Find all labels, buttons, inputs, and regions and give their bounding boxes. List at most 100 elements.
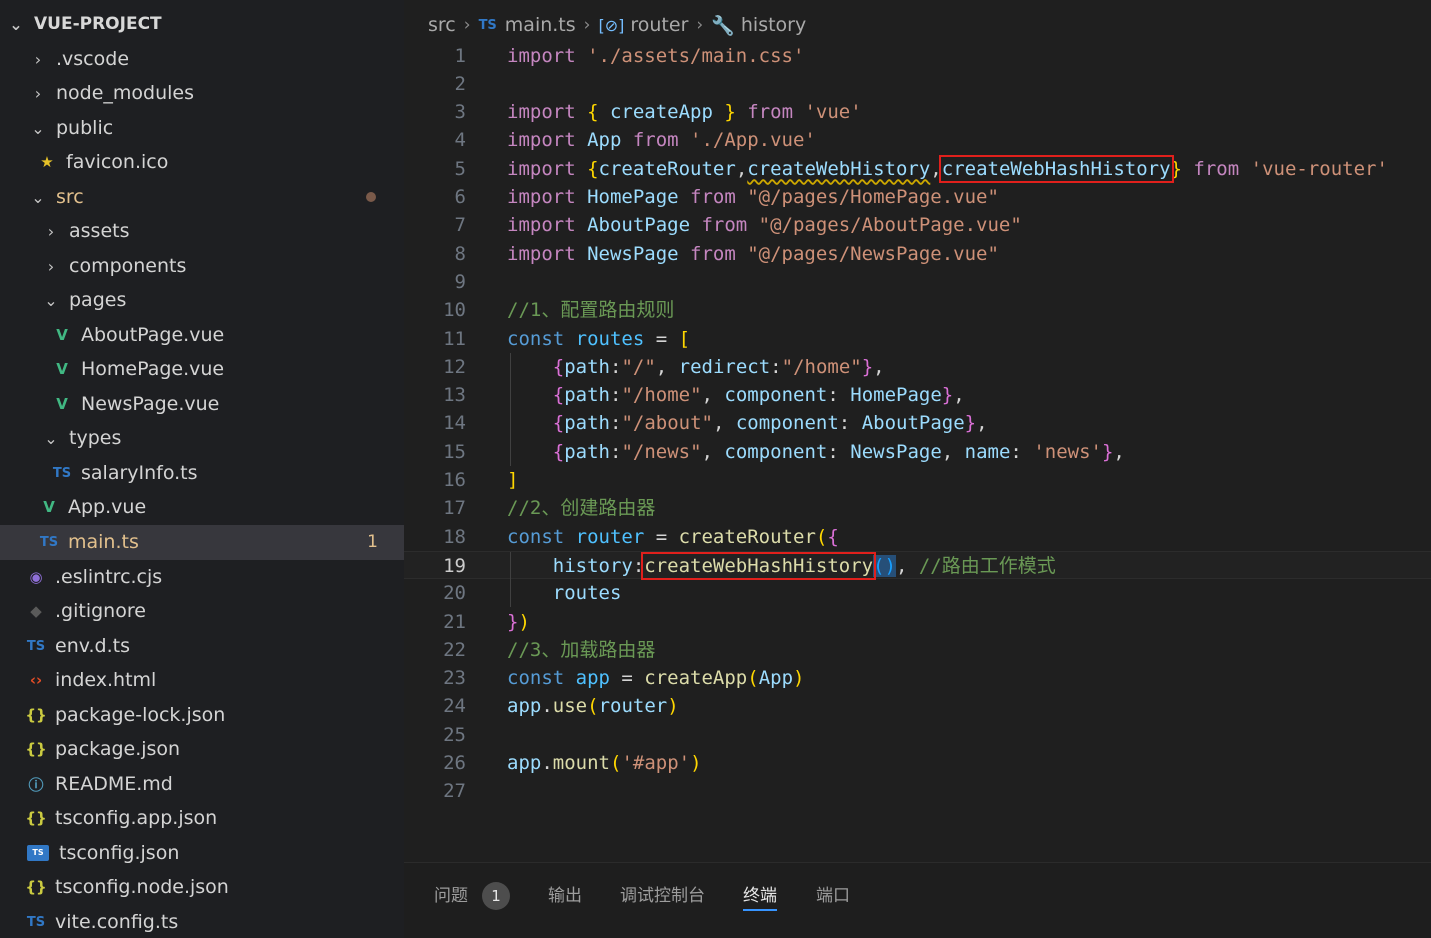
code-line[interactable]: 12 {path:"/", redirect:"/home"},: [404, 352, 1431, 382]
code-line[interactable]: 6 import HomePage from "@/pages/HomePage.…: [404, 183, 1431, 211]
breadcrumb-file[interactable]: main.ts: [505, 14, 576, 36]
code-text[interactable]: app.use(router): [507, 692, 679, 720]
tab-output[interactable]: 输出: [548, 881, 582, 911]
code-token: createWebHistory: [747, 157, 931, 180]
code-line[interactable]: 16]: [404, 466, 1431, 494]
code-text[interactable]: import './assets/main.css': [507, 42, 804, 70]
code-line[interactable]: 20 routes: [404, 579, 1431, 608]
tree-item-favicon[interactable]: ★ favicon.ico: [0, 145, 404, 180]
tree-item-eslintrc[interactable]: ◉ .eslintrc.cjs: [0, 560, 404, 595]
tree-item-gitignore[interactable]: ◆ .gitignore: [0, 594, 404, 629]
tab-ports[interactable]: 端口: [816, 881, 850, 911]
code-line[interactable]: 14 {path:"/about", component: AboutPage}…: [404, 409, 1431, 438]
code-line[interactable]: 8 import NewsPage from "@/pages/NewsPage.…: [404, 240, 1431, 268]
code-token: from: [690, 186, 748, 208]
tree-item-aboutpage[interactable]: V AboutPage.vue: [0, 318, 404, 353]
tree-item-node-modules[interactable]: › node_modules: [0, 76, 404, 111]
tree-item-app-vue[interactable]: V App.vue: [0, 490, 404, 525]
json-icon: {}: [25, 878, 47, 897]
tree-item-components[interactable]: › components: [0, 249, 404, 284]
code-line[interactable]: 18 const router = createRouter({: [404, 523, 1431, 551]
code-text[interactable]: //1、配置路由规则: [507, 296, 674, 324]
code-line[interactable]: 22 //3、加载路由器: [404, 636, 1431, 664]
code-line[interactable]: 3 import { createApp } from 'vue': [404, 98, 1431, 126]
tree-item-homepage[interactable]: V HomePage.vue: [0, 352, 404, 387]
code-line[interactable]: 5 import {createRouter,createWebHistory,c…: [404, 154, 1431, 183]
tree-item-tsconfig-app[interactable]: {} tsconfig.app.json: [0, 801, 404, 836]
code-token: :: [609, 355, 622, 378]
code-text[interactable]: {path:"/home", component: HomePage},: [507, 381, 965, 409]
code-text[interactable]: import NewsPage from "@/pages/NewsPage.v…: [507, 240, 999, 268]
explorer-root[interactable]: ⌄ VUE-PROJECT: [0, 7, 404, 42]
code-text[interactable]: import HomePage from "@/pages/HomePage.v…: [507, 183, 999, 211]
breadcrumb-folder[interactable]: src: [428, 14, 456, 36]
code-line[interactable]: 26 app.mount('#app'): [404, 749, 1431, 777]
code-line[interactable]: 24 app.use(router): [404, 692, 1431, 720]
breadcrumb-symbol[interactable]: router: [630, 14, 688, 36]
tree-item-assets[interactable]: › assets: [0, 214, 404, 249]
code-text[interactable]: import { createApp } from 'vue': [507, 98, 862, 126]
tree-item-tsconfig-node[interactable]: {} tsconfig.node.json: [0, 870, 404, 905]
line-number: 4: [454, 129, 466, 152]
tree-item-newspage[interactable]: V NewsPage.vue: [0, 387, 404, 422]
code-line[interactable]: 11 const routes = [: [404, 325, 1431, 353]
code-text[interactable]: }): [507, 608, 530, 636]
code-line[interactable]: 9: [404, 268, 1431, 296]
code-text[interactable]: //3、加载路由器: [507, 636, 655, 664]
tab-label: 输出: [548, 886, 582, 906]
code-token: :: [609, 384, 622, 407]
code-line[interactable]: 21}): [404, 608, 1431, 636]
code-line[interactable]: 17 //2、创建路由器: [404, 494, 1431, 522]
code-line[interactable]: 15 {path:"/news", component: NewsPage, n…: [404, 437, 1431, 466]
tree-item-package-lock[interactable]: {} package-lock.json: [0, 698, 404, 733]
code-text[interactable]: ]: [507, 466, 518, 494]
json-icon: {}: [25, 706, 47, 725]
code-line[interactable]: 7 import AboutPage from "@/pages/AboutPag…: [404, 211, 1431, 239]
code-text[interactable]: import App from './App.vue': [507, 126, 816, 154]
code-line[interactable]: 4 import App from './App.vue': [404, 126, 1431, 154]
tree-item-package-json[interactable]: {} package.json: [0, 732, 404, 767]
breadcrumb-property[interactable]: history: [741, 14, 806, 36]
code-text[interactable]: {path:"/news", component: NewsPage, name…: [507, 438, 1125, 466]
code-line[interactable]: 19 history:createWebHashHistory(), //路由工…: [404, 550, 1431, 581]
code-token: ,: [953, 384, 965, 407]
code-text[interactable]: {path:"/about", component: AboutPage},: [507, 409, 988, 437]
code-text[interactable]: routes: [507, 579, 622, 607]
code-line[interactable]: 1 import './assets/main.css': [404, 42, 1431, 70]
tab-problems[interactable]: 问题 1: [434, 881, 510, 911]
tree-item-readme[interactable]: ⓘ README.md: [0, 767, 404, 802]
code-line[interactable]: 25: [404, 721, 1431, 749]
tree-item-public[interactable]: ⌄ public: [0, 111, 404, 146]
code-text[interactable]: {path:"/", redirect:"/home"},: [507, 353, 885, 381]
code-text[interactable]: //2、创建路由器: [507, 494, 655, 522]
code-text[interactable]: history:createWebHashHistory(), //路由工作模式: [507, 551, 1056, 580]
code-text[interactable]: const router = createRouter({: [507, 523, 839, 551]
code-line[interactable]: 27: [404, 777, 1431, 805]
code-text[interactable]: import {createRouter,createWebHistory,cr…: [507, 154, 1388, 183]
tree-item-src[interactable]: ⌄ src: [0, 180, 404, 215]
code-line[interactable]: 13 {path:"/home", component: HomePage},: [404, 381, 1431, 410]
code-text[interactable]: import AboutPage from "@/pages/AboutPage…: [507, 211, 1022, 239]
code-token: }: [861, 355, 874, 378]
tree-item-pages[interactable]: ⌄ pages: [0, 283, 404, 318]
tree-item-index-html[interactable]: ‹› index.html: [0, 663, 404, 698]
tab-debug-console[interactable]: 调试控制台: [620, 881, 705, 911]
code-text[interactable]: app.mount('#app'): [507, 749, 702, 777]
code-editor[interactable]: src › TS main.ts › [⊘] router › 🔧 histor…: [404, 0, 1431, 862]
tree-item-main-ts[interactable]: TS main.ts 1: [0, 525, 404, 560]
tree-item-env-d-ts[interactable]: TS env.d.ts: [0, 629, 404, 664]
code-line[interactable]: 10 //1、配置路由规则: [404, 296, 1431, 324]
chevron-right-icon: ›: [463, 15, 471, 35]
code-text[interactable]: const routes = [: [507, 325, 690, 353]
code-token: .: [541, 695, 553, 718]
tab-terminal[interactable]: 终端: [743, 881, 777, 911]
code-line[interactable]: 2: [404, 70, 1431, 98]
tree-item-types[interactable]: ⌄ types: [0, 421, 404, 456]
tree-item-tsconfig[interactable]: TS tsconfig.json: [0, 836, 404, 871]
code-text[interactable]: const app = createApp(App): [507, 664, 804, 692]
tree-item-vite-config[interactable]: TS vite.config.ts: [0, 905, 404, 938]
code-line[interactable]: 23 const app = createApp(App): [404, 664, 1431, 692]
tree-item-salaryinfo[interactable]: TS salaryInfo.ts: [0, 456, 404, 491]
tree-item-vscode[interactable]: › .vscode: [0, 42, 404, 77]
code-token: }: [712, 101, 748, 124]
